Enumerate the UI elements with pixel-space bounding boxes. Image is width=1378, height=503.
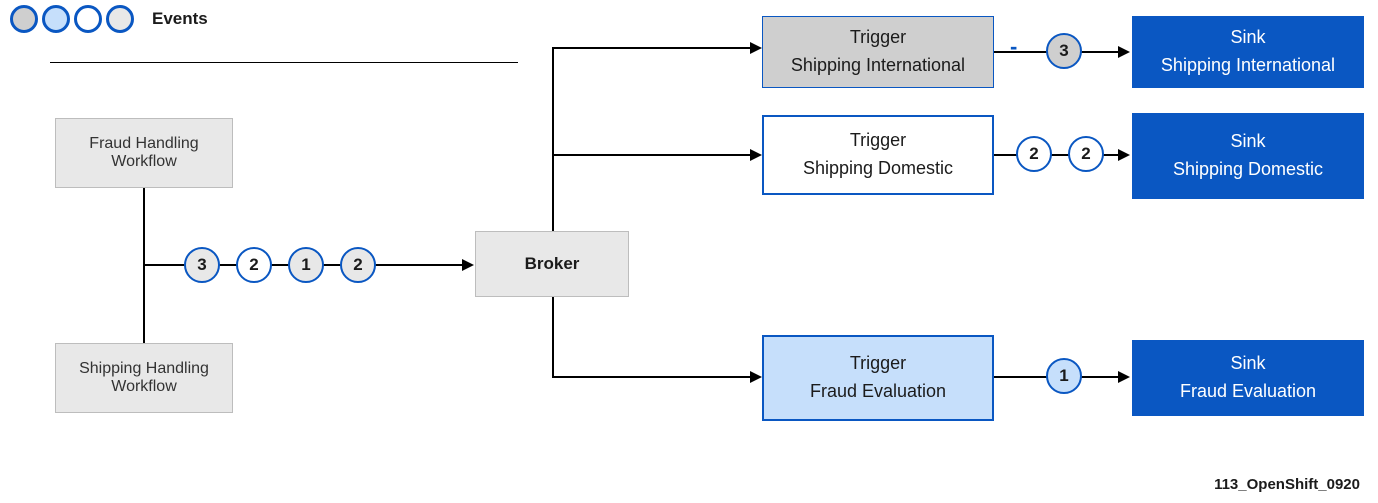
legend: Events xyxy=(10,5,208,33)
sink-dom-line1: Sink xyxy=(1230,131,1265,153)
sink-fraud-line1: Sink xyxy=(1230,353,1265,375)
dom-out-arrow xyxy=(1118,149,1130,161)
legend-swatch-lightgray xyxy=(106,5,134,33)
legend-swatch-lightblue xyxy=(42,5,70,33)
trigger-intl-line1: Trigger xyxy=(850,27,906,49)
figure-caption: 113_OpenShift_0920 xyxy=(1214,476,1360,493)
broker-label: Broker xyxy=(525,254,580,274)
shipping-workflow-label: Shipping Handling Workflow xyxy=(79,360,209,396)
trigger-dom-box: Trigger Shipping Domestic xyxy=(762,115,994,195)
dash-mark: - xyxy=(1010,34,1017,60)
trigger-dom-line1: Trigger xyxy=(850,130,906,152)
event-fraud: 1 xyxy=(1046,358,1082,394)
trigger-fraud-line2: Fraud Evaluation xyxy=(810,381,946,403)
event-intl: 3 xyxy=(1046,33,1082,69)
legend-swatch-white xyxy=(74,5,102,33)
trigger-dom-line2: Shipping Domestic xyxy=(803,158,953,180)
event-pipeline-4: 2 xyxy=(340,247,376,283)
branch-dom-arrow xyxy=(750,149,762,161)
broker-box: Broker xyxy=(475,231,629,297)
trigger-fraud-line1: Trigger xyxy=(850,353,906,375)
trigger-intl-box: Trigger Shipping International xyxy=(762,16,994,88)
event-dom-b: 2 xyxy=(1068,136,1104,172)
sink-dom-line2: Shipping Domestic xyxy=(1173,159,1323,181)
event-dom-a: 2 xyxy=(1016,136,1052,172)
legend-swatch-gray xyxy=(10,5,38,33)
sink-fraud-box: Sink Fraud Evaluation xyxy=(1132,340,1364,416)
sink-fraud-line2: Fraud Evaluation xyxy=(1180,381,1316,403)
event-pipeline-3: 1 xyxy=(288,247,324,283)
branch-intl-arrow xyxy=(750,42,762,54)
diagram: Events Fraud Handling Workflow Shipping … xyxy=(0,0,1378,503)
broker-up-line xyxy=(552,47,554,231)
fraud-workflow-label: Fraud Handling Workflow xyxy=(89,135,198,171)
trigger-fraud-box: Trigger Fraud Evaluation xyxy=(762,335,994,421)
branch-intl-line xyxy=(552,47,750,49)
branch-fraud-arrow xyxy=(750,371,762,383)
branch-dom-line xyxy=(552,154,750,156)
legend-underline xyxy=(50,62,518,63)
sink-intl-line1: Sink xyxy=(1230,27,1265,49)
fraud-workflow-box: Fraud Handling Workflow xyxy=(55,118,233,188)
trigger-intl-line2: Shipping International xyxy=(791,55,965,77)
sink-intl-box: Sink Shipping International xyxy=(1132,16,1364,88)
shipping-workflow-box: Shipping Handling Workflow xyxy=(55,343,233,413)
sink-intl-line2: Shipping International xyxy=(1161,55,1335,77)
fraud-out-arrow xyxy=(1118,371,1130,383)
legend-label: Events xyxy=(152,9,208,29)
event-pipeline-1: 3 xyxy=(184,247,220,283)
branch-fraud-line xyxy=(552,376,750,378)
event-pipeline-2: 2 xyxy=(236,247,272,283)
broker-down-line xyxy=(552,297,554,377)
entry-arrow xyxy=(462,259,474,271)
sink-dom-box: Sink Shipping Domestic xyxy=(1132,113,1364,199)
intl-out-arrow xyxy=(1118,46,1130,58)
